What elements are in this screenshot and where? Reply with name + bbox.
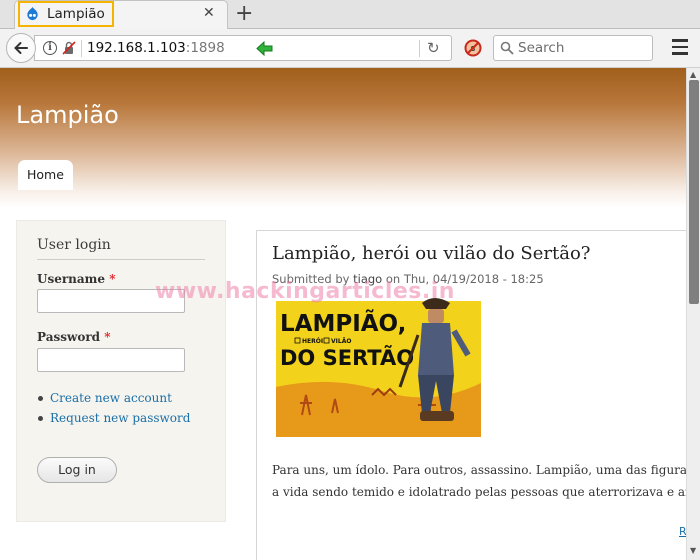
- drupal-favicon-icon: [27, 6, 38, 21]
- scroll-up-arrow-icon[interactable]: ▲: [690, 70, 696, 79]
- user-login-block: User login Username * Password * Create …: [16, 220, 226, 522]
- hamburger-menu-icon[interactable]: [668, 39, 692, 59]
- search-icon: [500, 41, 514, 55]
- navigation-bar: i 192.168.1.103:1898 ↻ S Search: [0, 29, 700, 68]
- request-password-link[interactable]: Request new password: [50, 411, 190, 425]
- required-marker: *: [109, 272, 116, 286]
- url-separator: [81, 40, 82, 57]
- web-page: Lampião Home User login Username * Passw…: [0, 68, 686, 560]
- block-divider: [37, 259, 205, 260]
- block-title: User login: [37, 237, 111, 253]
- url-divider: [419, 40, 420, 57]
- required-marker: *: [104, 330, 111, 344]
- url-text[interactable]: 192.168.1.103:1898: [87, 40, 225, 56]
- poster-heroi-text: HERÓI: [302, 338, 323, 345]
- close-tab-icon[interactable]: ✕: [203, 5, 215, 21]
- info-icon[interactable]: i: [43, 41, 57, 55]
- back-arrow-icon: [14, 42, 28, 54]
- page-scrollbar[interactable]: ▲ ▼: [686, 68, 700, 560]
- watermark-text: www.hackingarticles.in: [155, 279, 455, 304]
- article-poster-image: LAMPIÃO, HERÓI VILÃO DO SERTÃO: [272, 295, 491, 443]
- site-header: Lampião Home: [0, 68, 686, 208]
- search-placeholder: Search: [518, 40, 565, 56]
- username-label: Username *: [37, 272, 116, 286]
- list-item: Request new password: [37, 411, 190, 431]
- green-arrow-cursor-icon: [256, 40, 273, 57]
- create-account-link[interactable]: Create new account: [50, 391, 172, 405]
- site-name[interactable]: Lampião: [16, 101, 119, 129]
- tab-strip: Lampião ✕ +: [0, 0, 700, 29]
- read-more-link[interactable]: R: [679, 525, 686, 538]
- poster-vilao-text: VILÃO: [331, 338, 351, 345]
- poster-sertao-text: DO SERTÃO: [280, 345, 414, 370]
- list-item: Create new account: [37, 391, 190, 411]
- article-body: Para uns, um ídolo. Para outros, assassi…: [272, 463, 686, 499]
- nav-tab-home[interactable]: Home: [18, 160, 73, 190]
- tab-title: Lampião: [47, 6, 105, 22]
- article-title[interactable]: Lampião, herói ou vilão do Sertão?: [272, 243, 590, 264]
- poster-title-text: LAMPIÃO,: [280, 309, 406, 337]
- back-button[interactable]: [6, 33, 36, 63]
- address-bar[interactable]: i 192.168.1.103:1898 ↻: [34, 35, 452, 61]
- password-label: Password *: [37, 330, 111, 344]
- scroll-thumb[interactable]: [689, 80, 699, 304]
- noscript-icon[interactable]: S: [464, 39, 482, 57]
- insecure-lock-icon[interactable]: [62, 41, 76, 55]
- password-input[interactable]: [37, 348, 185, 372]
- login-button[interactable]: Log in: [37, 457, 117, 483]
- new-tab-icon[interactable]: +: [235, 2, 253, 26]
- reload-icon[interactable]: ↻: [427, 39, 440, 57]
- account-links: Create new account Request new password: [37, 391, 190, 431]
- search-bar[interactable]: Search: [493, 35, 653, 61]
- scroll-down-arrow-icon[interactable]: ▼: [690, 546, 696, 555]
